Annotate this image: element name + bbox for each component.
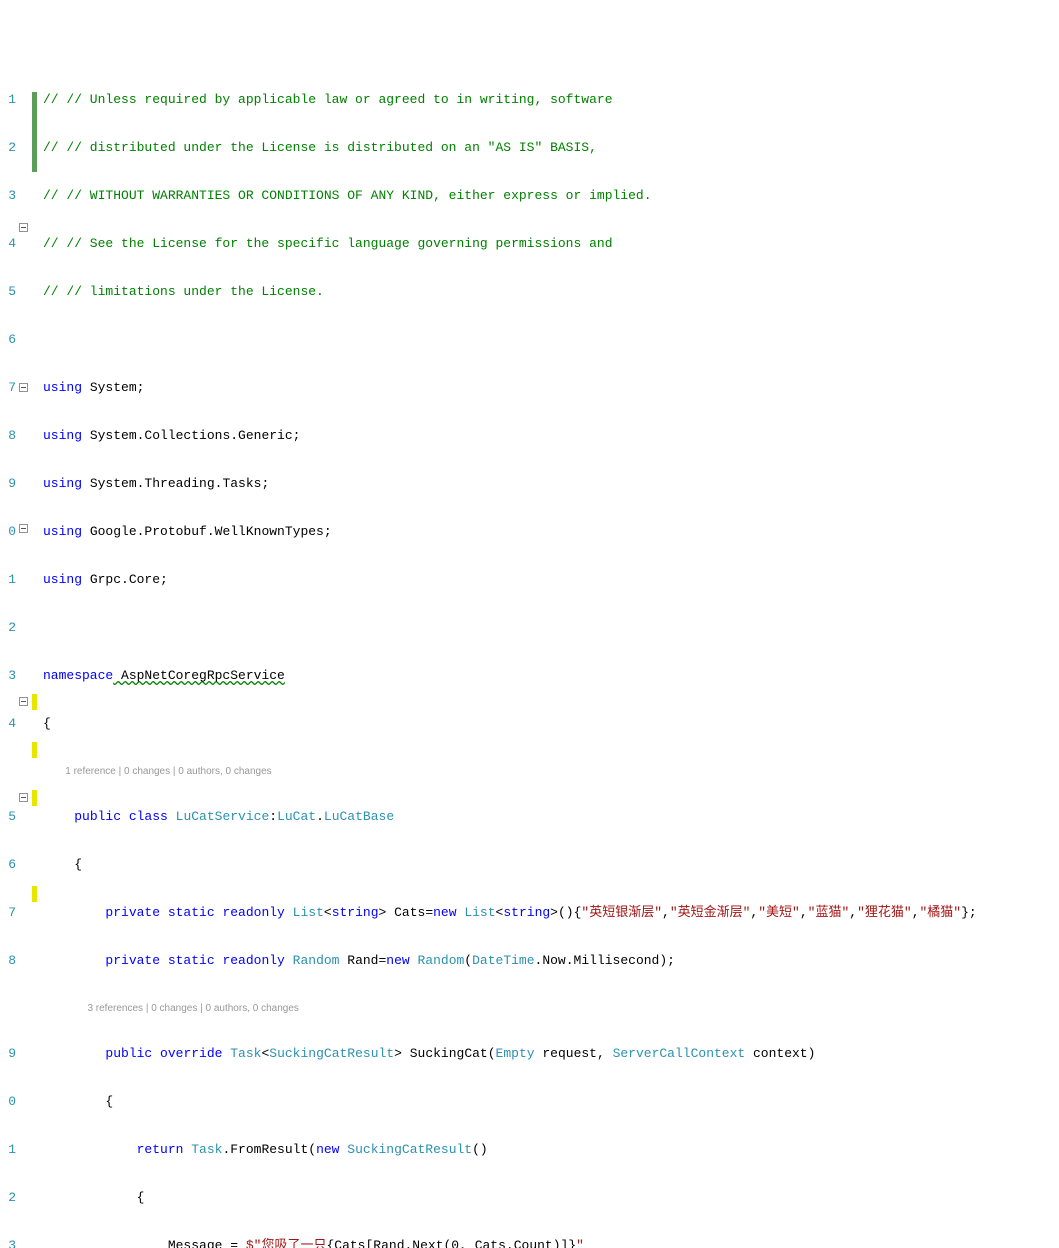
code-line[interactable]: { [43,716,1059,732]
code-line[interactable]: public class LuCatService:LuCat.LuCatBas… [43,809,1059,825]
code-line[interactable]: public override Task<SuckingCatResult> S… [43,1046,1059,1062]
fold-gutter[interactable] [18,60,32,684]
code-area[interactable]: // // Unless required by applicable law … [37,60,1059,684]
code-line[interactable]: using System.Collections.Generic; [43,428,1059,444]
code-line[interactable]: { [43,1190,1059,1206]
code-line[interactable]: using System; [43,380,1059,396]
code-line[interactable]: namespace AspNetCoregRpcService [43,668,1059,684]
code-line[interactable]: { [43,1094,1059,1110]
fold-icon[interactable] [19,793,28,802]
code-line[interactable]: using Grpc.Core; [43,572,1059,588]
codelens[interactable]: 1 reference | 0 changes | 0 authors, 0 c… [43,764,1059,777]
code-line[interactable]: // // See the License for the specific l… [43,236,1059,252]
codelens[interactable]: 3 references | 0 changes | 0 authors, 0 … [43,1001,1059,1014]
code-line[interactable]: private static readonly List<string> Cat… [43,905,1059,921]
fold-icon[interactable] [19,524,28,533]
fold-icon[interactable] [19,223,28,232]
code-line[interactable]: // // WITHOUT WARRANTIES OR CONDITIONS O… [43,188,1059,204]
code-line[interactable]: // // distributed under the License is d… [43,140,1059,156]
fold-icon[interactable] [19,697,28,706]
code-line[interactable]: // // Unless required by applicable law … [43,92,1059,108]
code-line[interactable]: using Google.Protobuf.WellKnownTypes; [43,524,1059,540]
code-line[interactable]: // // limitations under the License. [43,284,1059,300]
line-number-gutter: 1 2 3 4 5 6 7 8 9 0 1 2 3 4 5 6 7 8 9 0 … [0,60,18,684]
fold-icon[interactable] [19,383,28,392]
code-line[interactable]: using System.Threading.Tasks; [43,476,1059,492]
code-line[interactable]: return Task.FromResult(new SuckingCatRes… [43,1142,1059,1158]
code-editor[interactable]: 1 2 3 4 5 6 7 8 9 0 1 2 3 4 5 6 7 8 9 0 … [0,60,1059,684]
code-line[interactable]: private static readonly Random Rand=new … [43,953,1059,969]
code-line[interactable] [43,620,1059,636]
code-line[interactable]: { [43,857,1059,873]
code-line[interactable]: Message = $"您吸了一只{Cats[Rand.Next(0, Cats… [43,1238,1059,1248]
code-line[interactable] [43,332,1059,348]
